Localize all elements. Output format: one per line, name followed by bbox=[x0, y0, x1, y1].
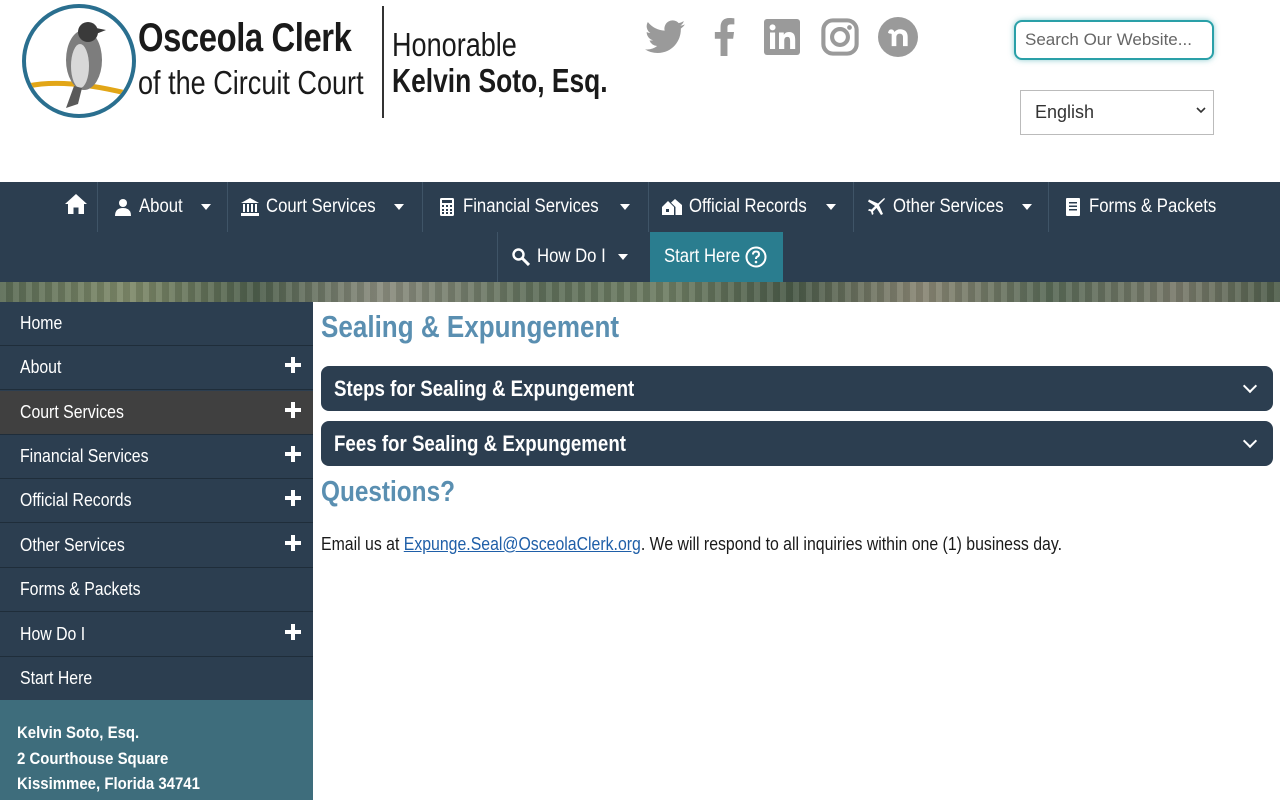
chevron-down-icon bbox=[1196, 105, 1206, 117]
plus-icon[interactable] bbox=[285, 490, 301, 506]
sidebar-item-other-services[interactable]: Other Services bbox=[0, 524, 313, 568]
nav-court-services[interactable]: Court Services bbox=[241, 182, 404, 232]
clerk-logo[interactable]: Osceola Clerk of the Circuit Court Honor… bbox=[20, 2, 608, 122]
question-circle-icon bbox=[745, 246, 767, 268]
sidebar-item-financial-services[interactable]: Financial Services bbox=[0, 435, 313, 479]
sidebar-item-about[interactable]: About bbox=[0, 346, 313, 390]
clerk-address: Kelvin Soto, Esq. 2 Courthouse Square Ki… bbox=[0, 700, 313, 800]
plus-icon[interactable] bbox=[285, 446, 301, 462]
accordion-steps-label: Steps for Sealing & Expungement bbox=[334, 375, 635, 401]
nextdoor-icon[interactable] bbox=[877, 16, 919, 58]
email-suffix: . We will respond to all inquiries withi… bbox=[640, 534, 1063, 554]
nav-separator bbox=[227, 182, 228, 232]
sidebar-item-forms-packets[interactable]: Forms & Packets bbox=[0, 568, 313, 612]
nav-forms-packets[interactable]: Forms & Packets bbox=[1064, 182, 1234, 232]
site-search-input[interactable] bbox=[1014, 20, 1214, 60]
twitter-icon[interactable] bbox=[644, 16, 686, 58]
caret-down-icon bbox=[200, 204, 211, 210]
houses-icon bbox=[662, 198, 682, 216]
aerial-banner-image bbox=[0, 282, 1280, 302]
nav-official-records[interactable]: Official Records bbox=[662, 182, 836, 232]
nav-start-here[interactable]: Start Here bbox=[650, 232, 783, 282]
nav-separator bbox=[648, 182, 649, 232]
caret-down-icon bbox=[1021, 204, 1032, 210]
main-navigation: About Court Services Financial Services … bbox=[0, 182, 1280, 282]
nav-separator bbox=[497, 232, 498, 282]
user-icon bbox=[114, 198, 132, 216]
sidebar-item-how-do-i[interactable]: How Do I bbox=[0, 613, 313, 657]
courthouse-icon bbox=[241, 198, 259, 216]
logo-honorable: Honorable bbox=[392, 26, 517, 63]
bird-seal-icon bbox=[22, 4, 136, 118]
accordion-steps[interactable]: Steps for Sealing & Expungement bbox=[321, 366, 1273, 411]
linkedin-icon[interactable] bbox=[761, 16, 803, 58]
email-link[interactable]: Expunge.Seal@OsceolaClerk.org bbox=[404, 534, 641, 554]
logo-subtitle: of the Circuit Court bbox=[138, 64, 364, 101]
language-select-value: English bbox=[1035, 102, 1095, 122]
plus-icon[interactable] bbox=[285, 402, 301, 418]
nav-home[interactable] bbox=[56, 182, 96, 232]
site-header: Osceola Clerk of the Circuit Court Honor… bbox=[0, 0, 1280, 182]
caret-down-icon bbox=[620, 204, 631, 210]
search-key-icon bbox=[512, 248, 530, 266]
sidebar-nav: Home About Court Services Financial Serv… bbox=[0, 302, 313, 800]
facebook-icon[interactable] bbox=[703, 16, 745, 58]
plane-icon bbox=[868, 198, 886, 216]
plus-icon[interactable] bbox=[285, 624, 301, 640]
questions-heading: Questions? bbox=[321, 476, 455, 508]
document-icon bbox=[1064, 198, 1082, 216]
chevron-down-icon bbox=[1242, 378, 1258, 394]
instagram-icon[interactable] bbox=[819, 16, 861, 58]
address-city: Kissimmee, Florida 34741 bbox=[17, 774, 200, 793]
home-icon bbox=[64, 193, 88, 221]
caret-down-icon bbox=[393, 204, 404, 210]
sidebar-item-home[interactable]: Home bbox=[0, 302, 313, 346]
address-name: Kelvin Soto, Esq. bbox=[17, 723, 140, 742]
nav-separator bbox=[97, 182, 98, 232]
logo-divider bbox=[382, 6, 384, 118]
accordion-fees[interactable]: Fees for Sealing & Expungement bbox=[321, 421, 1273, 466]
caret-down-icon bbox=[825, 204, 836, 210]
nav-separator bbox=[853, 182, 854, 232]
sidebar-item-official-records[interactable]: Official Records bbox=[0, 479, 313, 523]
contact-paragraph: Email us at Expunge.Seal@OsceolaClerk.or… bbox=[321, 534, 1062, 555]
logo-clerk-name: Kelvin Soto, Esq. bbox=[392, 62, 608, 99]
chevron-down-icon bbox=[1242, 433, 1258, 449]
logo-title: Osceola Clerk bbox=[138, 16, 352, 60]
nav-how-do-i[interactable]: How Do I bbox=[512, 232, 629, 282]
calculator-icon bbox=[438, 198, 456, 216]
nav-financial-services[interactable]: Financial Services bbox=[438, 182, 631, 232]
nav-separator bbox=[422, 182, 423, 232]
sidebar-item-court-services[interactable]: Court Services bbox=[0, 391, 313, 435]
sidebar-item-start-here[interactable]: Start Here bbox=[0, 657, 313, 701]
language-select[interactable]: English bbox=[1020, 90, 1214, 135]
nav-separator bbox=[1048, 182, 1049, 232]
nav-other-services[interactable]: Other Services bbox=[868, 182, 1032, 232]
caret-down-icon bbox=[618, 254, 629, 260]
accordion-fees-label: Fees for Sealing & Expungement bbox=[334, 430, 626, 456]
address-street: 2 Courthouse Square bbox=[17, 748, 169, 768]
email-prefix: Email us at bbox=[321, 534, 404, 554]
plus-icon[interactable] bbox=[285, 357, 301, 373]
plus-icon[interactable] bbox=[285, 535, 301, 551]
nav-about[interactable]: About bbox=[114, 182, 211, 232]
page-title: Sealing & Expungement bbox=[321, 309, 620, 344]
